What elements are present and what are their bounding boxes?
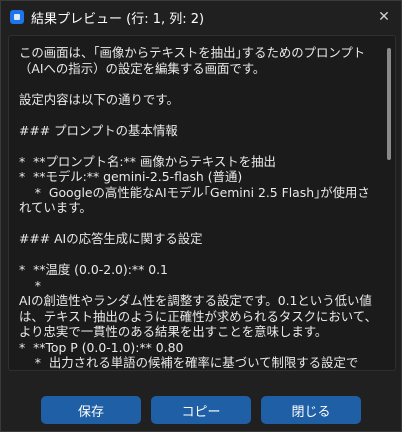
title-bar: 結果プレビュー (行: 1, 列: 2) ✕ — [1, 1, 401, 33]
window-title: 結果プレビュー (行: 1, 列: 2) — [31, 12, 205, 27]
scrollbar[interactable] — [387, 48, 391, 358]
result-preview-window: 結果プレビュー (行: 1, 列: 2) ✕ この画面は、｢画像からテキストを抽… — [0, 0, 402, 432]
copy-button[interactable]: コピー — [151, 396, 251, 424]
save-button[interactable]: 保存 — [41, 396, 141, 424]
preview-text[interactable]: この画面は、｢画像からテキストを抽出｣するためのプロンプト（AIへの指示）の設定… — [19, 45, 379, 370]
app-window-icon — [10, 10, 24, 24]
close-button[interactable]: 閉じる — [261, 396, 361, 424]
scrollbar-thumb[interactable] — [387, 48, 391, 160]
close-icon[interactable]: ✕ — [367, 1, 401, 33]
button-bar: 保存 コピー 閉じる — [1, 396, 401, 426]
preview-text-panel[interactable]: この画面は、｢画像からテキストを抽出｣するためのプロンプト（AIへの指示）の設定… — [8, 35, 396, 371]
